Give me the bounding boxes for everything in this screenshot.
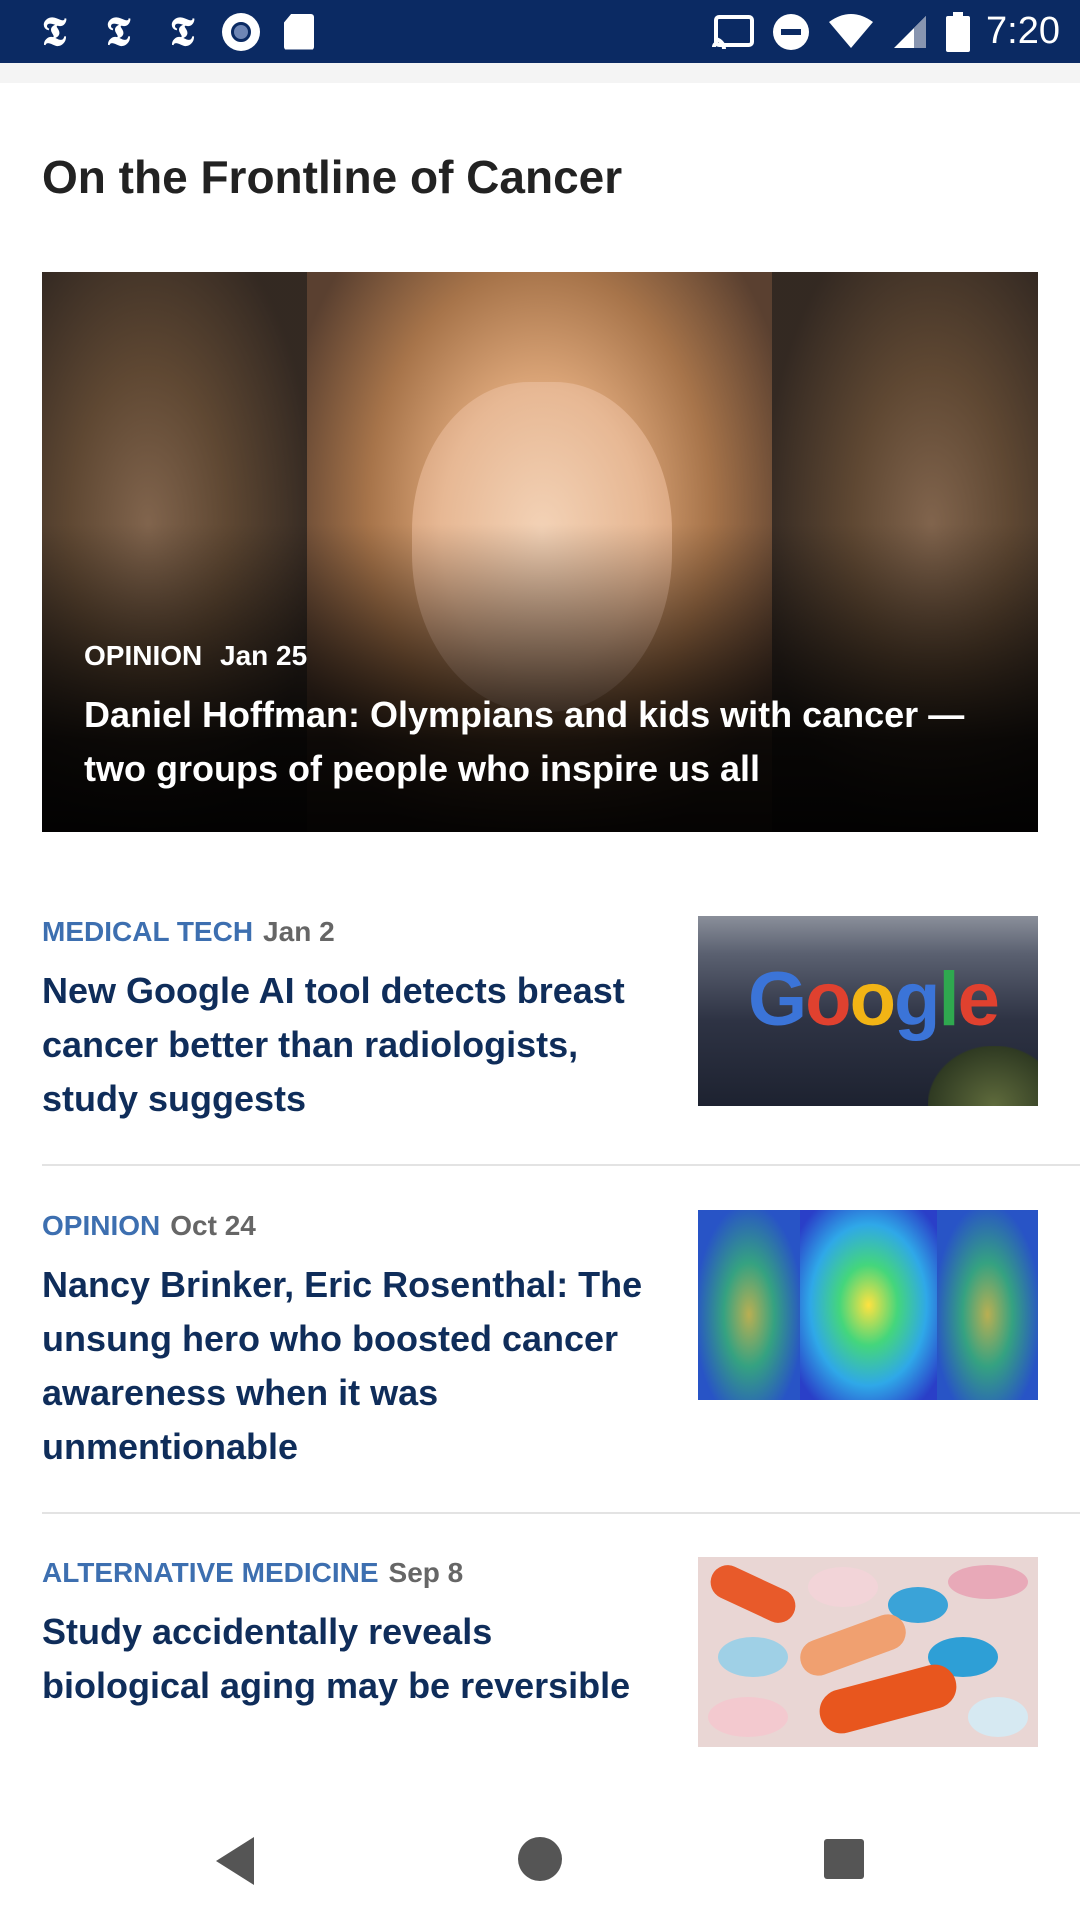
status-bar: 𝕿 𝕿 𝕿 7:20 — [0, 0, 1080, 63]
status-right: 7:20 — [694, 10, 1060, 53]
hero-headline[interactable]: Daniel Hoffman: Olympians and kids with … — [84, 688, 984, 796]
article-meta: OPINION Oct 24 — [42, 1210, 652, 1242]
list-item[interactable]: OPINION Oct 24 Nancy Brinker, Eric Rosent… — [42, 1210, 1080, 1514]
thumbnail-letter: g — [894, 957, 940, 1042]
sd-card-icon — [284, 13, 314, 50]
article-headline[interactable]: Nancy Brinker, Eric Rosenthal: The unsun… — [42, 1258, 652, 1474]
article-text: ALTERNATIVE MEDICINE Sep 8 Study accident… — [42, 1557, 652, 1713]
wifi-icon — [829, 13, 874, 48]
pill — [814, 1659, 962, 1739]
nyt-icon: 𝕿 — [105, 8, 131, 55]
home-icon[interactable] — [518, 1837, 562, 1881]
header-strip — [0, 63, 1080, 83]
list-item[interactable]: MEDICAL TECH Jan 2 New Google AI tool det… — [42, 916, 1080, 1166]
article-category: ALTERNATIVE MEDICINE — [42, 1557, 379, 1588]
article-date: Jan 2 — [263, 916, 335, 947]
article-thumbnail[interactable] — [698, 1557, 1038, 1747]
hero-meta: OPINION Jan 25 — [84, 640, 307, 672]
article-thumbnail[interactable] — [698, 1210, 1038, 1400]
article-text: MEDICAL TECH Jan 2 New Google AI tool det… — [42, 916, 652, 1126]
list-item[interactable]: ALTERNATIVE MEDICINE Sep 8 Study accident… — [42, 1557, 1080, 1789]
article-text: OPINION Oct 24 Nancy Brinker, Eric Rosent… — [42, 1210, 652, 1474]
thermal-panel — [698, 1210, 800, 1400]
do-not-disturb-icon — [773, 13, 810, 50]
article-headline[interactable]: Study accidentally reveals biological ag… — [42, 1605, 652, 1713]
article-date: Sep 8 — [388, 1557, 464, 1588]
signal-icon — [894, 15, 927, 48]
article-date: Oct 24 — [170, 1210, 256, 1241]
pill — [968, 1697, 1028, 1737]
back-icon[interactable] — [216, 1837, 254, 1885]
record-icon — [222, 12, 260, 51]
thermal-panel — [937, 1210, 1038, 1400]
pill — [808, 1567, 878, 1607]
article-thumbnail[interactable]: Google — [698, 916, 1038, 1106]
thermal-panel — [800, 1210, 937, 1400]
google-logo-thumbnail: Google — [748, 956, 1000, 1043]
status-left: 𝕿 𝕿 𝕿 — [30, 0, 314, 63]
article-meta: MEDICAL TECH Jan 2 — [42, 916, 652, 948]
article-category: OPINION — [42, 1210, 161, 1241]
pill — [948, 1565, 1028, 1599]
nyt-icon: 𝕿 — [169, 8, 195, 55]
article-category: MEDICAL TECH — [42, 916, 254, 947]
clock: 7:20 — [986, 10, 1060, 52]
pill — [708, 1697, 788, 1737]
battery-icon — [946, 11, 971, 52]
pill — [795, 1609, 911, 1681]
pill — [705, 1559, 801, 1629]
cast-icon — [712, 14, 755, 49]
thumbnail-text: Google — [748, 957, 1000, 1042]
thumbnail-letter: o — [805, 957, 851, 1042]
article-headline[interactable]: New Google AI tool detects breast cancer… — [42, 964, 652, 1126]
page-title: On the Frontline of Cancer — [42, 151, 623, 203]
hero-category: OPINION — [84, 640, 203, 671]
article-meta: ALTERNATIVE MEDICINE Sep 8 — [42, 1557, 652, 1589]
hero-date: Jan 25 — [220, 640, 308, 671]
recents-icon[interactable] — [824, 1839, 864, 1879]
thumbnail-letter: l — [938, 957, 959, 1042]
thumbnail-bush — [928, 1046, 1038, 1106]
pill — [718, 1637, 788, 1677]
navigation-bar — [0, 1785, 1080, 1920]
thumbnail-letter: o — [849, 957, 896, 1042]
thumbnail-letter: e — [957, 957, 1000, 1042]
nyt-icon: 𝕿 — [41, 8, 67, 55]
hero-article[interactable]: OPINION Jan 25 Daniel Hoffman: Olympians… — [42, 272, 1038, 832]
thumbnail-letter: G — [748, 957, 807, 1042]
